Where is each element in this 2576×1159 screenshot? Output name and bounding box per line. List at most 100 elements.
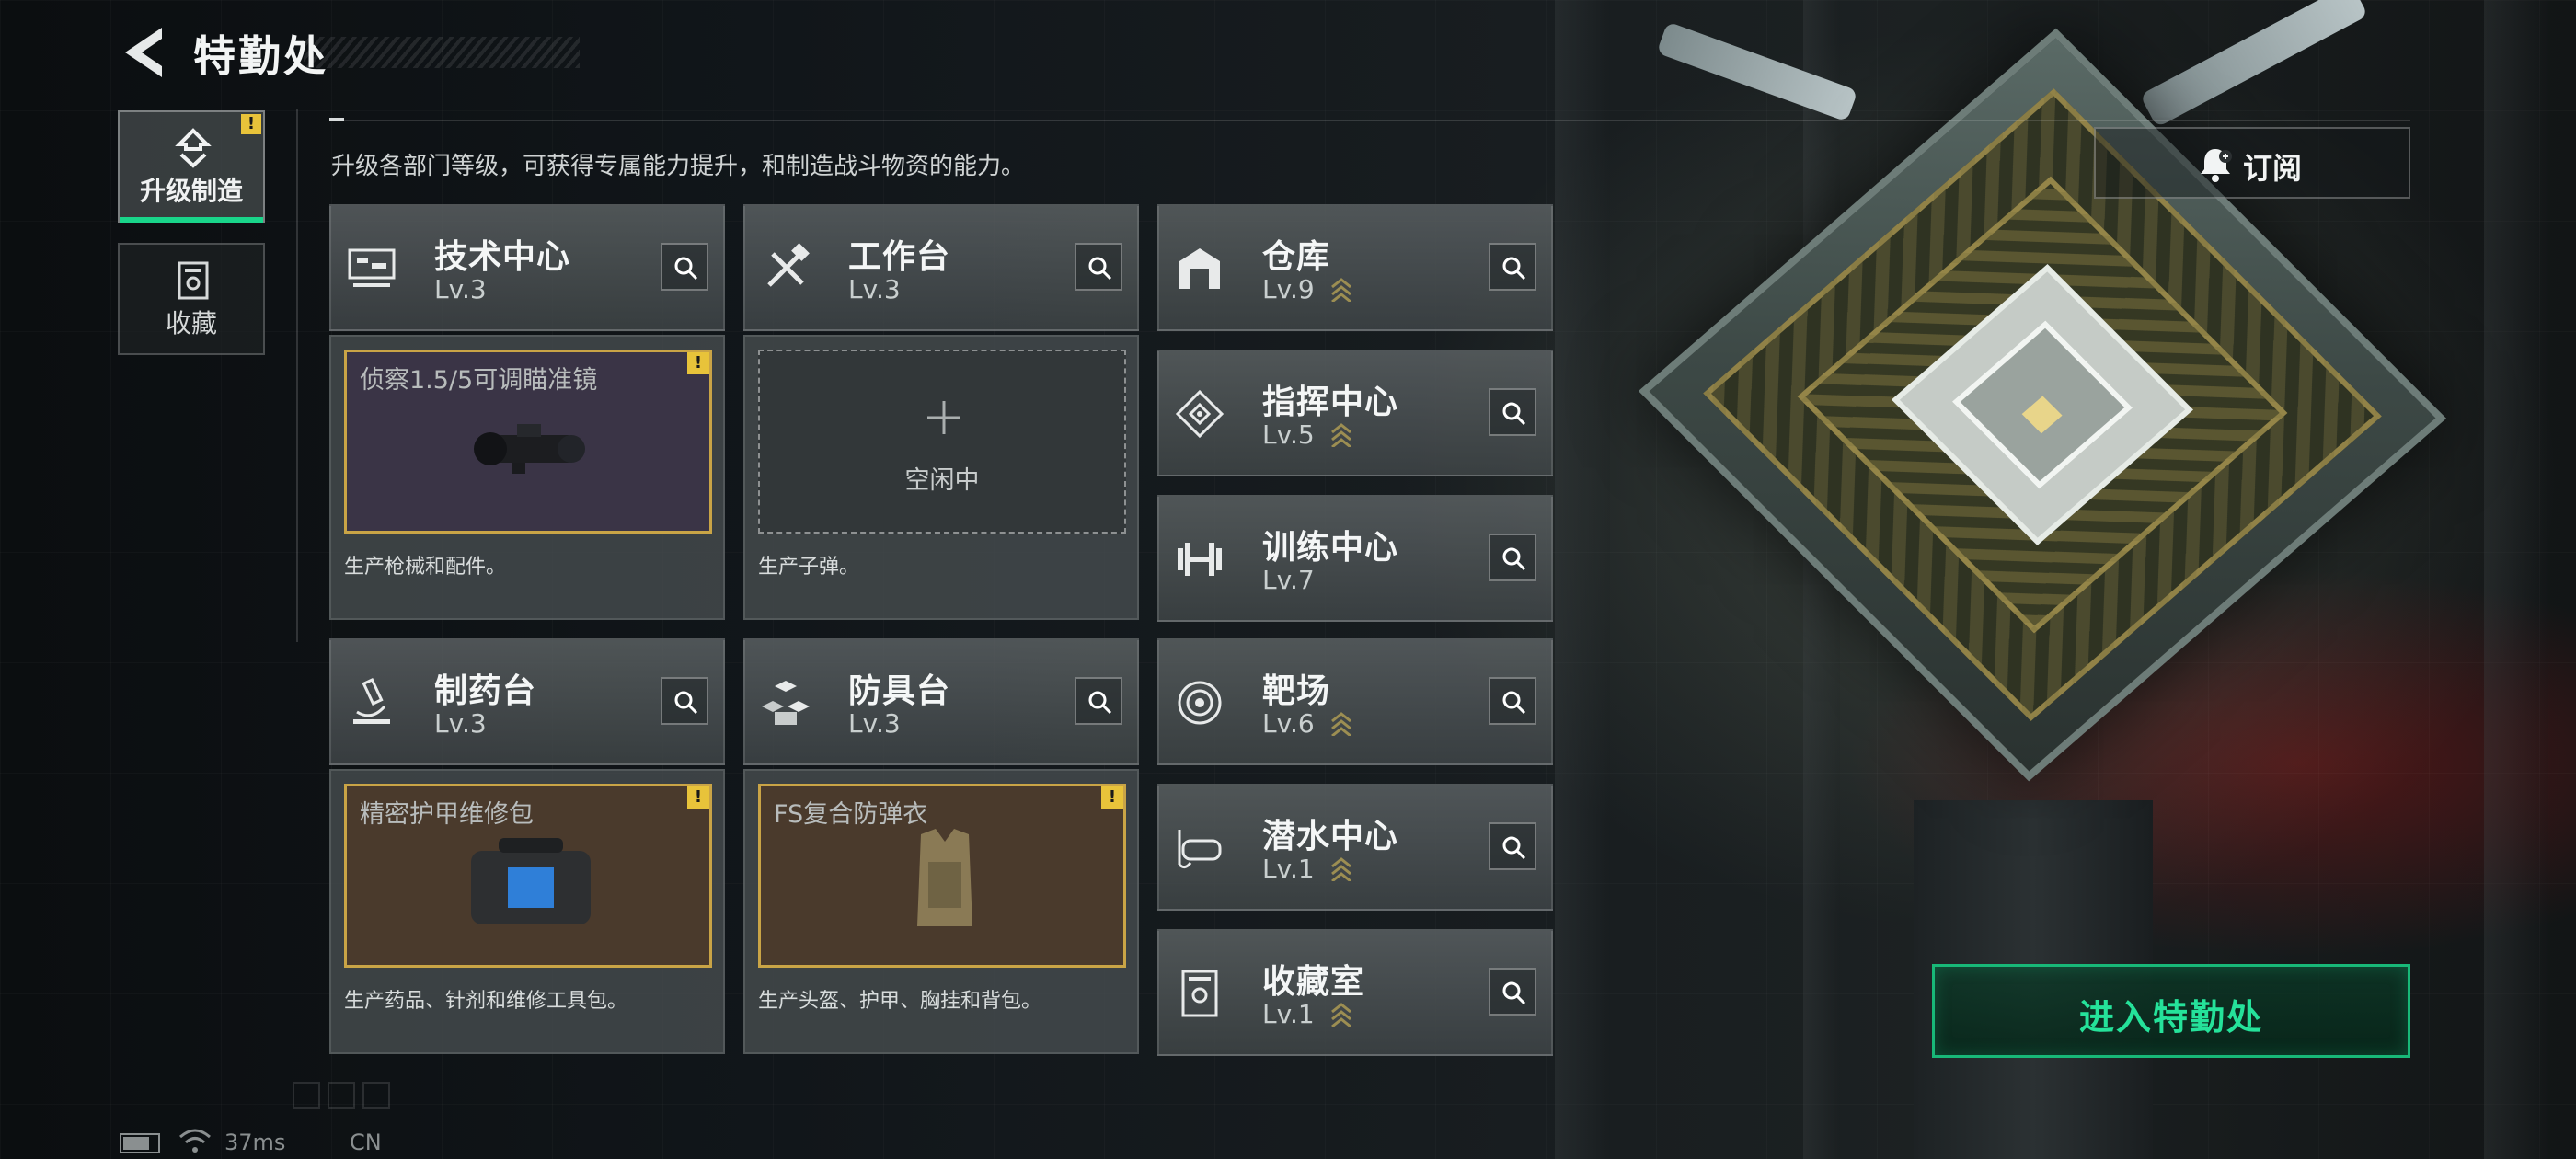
enter-special-ops-button[interactable]: 进入特勤处	[1932, 964, 2410, 1058]
facility-level: Lv.7	[1262, 565, 1315, 595]
production-slot[interactable]: 侦察1.5/5可调瞄准镜 !	[344, 350, 712, 534]
item-name: 侦察1.5/5可调瞄准镜	[360, 366, 598, 395]
back-arrow-icon	[125, 28, 162, 77]
search-icon	[1502, 981, 1526, 1005]
monitor-icon	[348, 248, 396, 287]
inspect-button[interactable]	[1489, 388, 1536, 436]
inspect-button[interactable]	[1489, 243, 1536, 291]
tab-collection[interactable]: 收藏	[118, 243, 265, 355]
inspect-button[interactable]	[661, 243, 708, 291]
page-description: 升级各部门等级，可获得专属能力提升，和制造战斗物资的能力。	[331, 153, 1026, 180]
background-pillar	[2484, 0, 2548, 1159]
active-tab-indicator	[120, 217, 263, 223]
facility-card-diving-center[interactable]: 潜水中心 Lv.1	[1157, 784, 1553, 911]
alert-badge: !	[687, 352, 709, 374]
title-stripe-decoration	[304, 37, 580, 68]
ping-readout: 37ms	[224, 1130, 286, 1155]
production-slot-idle[interactable]: 空闲中	[758, 350, 1126, 534]
facility-card-collection-room[interactable]: 收藏室 Lv.1	[1157, 929, 1553, 1056]
production-panel-workbench: 空闲中 生产子弹。	[743, 335, 1139, 620]
inspect-button[interactable]	[1489, 822, 1536, 870]
production-description: 生产头盔、护甲、胸挂和背包。	[758, 990, 1042, 1013]
facility-card-training-center[interactable]: 训练中心 Lv.7	[1157, 495, 1553, 622]
facility-name: 工作台	[848, 238, 951, 276]
facility-card-command-center[interactable]: 指挥中心 Lv.5	[1157, 350, 1553, 476]
user-uid: CN UID:63353257015297787012_202605300010	[350, 1130, 857, 1159]
upgrade-available-icon	[1331, 1003, 1351, 1027]
facility-level: Lv.3	[848, 274, 901, 304]
production-description: 生产枪械和配件。	[344, 556, 507, 579]
search-icon	[1502, 402, 1526, 426]
inspect-button[interactable]	[1489, 968, 1536, 1016]
subscribe-button[interactable]: 订阅	[2094, 127, 2410, 199]
enter-button-label: 进入特勤处	[2078, 997, 2263, 1038]
facility-name: 收藏室	[1262, 963, 1365, 1001]
upgrade-available-icon	[1331, 712, 1351, 736]
facility-card-pharmacy[interactable]: 制药台 Lv.3	[329, 638, 725, 765]
facility-name: 防具台	[848, 672, 951, 710]
microscope-icon	[353, 678, 390, 724]
production-slot[interactable]: 精密护甲维修包 !	[344, 784, 712, 968]
inspect-button[interactable]	[1075, 677, 1122, 725]
plus-icon	[927, 401, 960, 434]
facility-card-warehouse[interactable]: 仓库 Lv.9	[1157, 204, 1553, 331]
range-target-icon	[1178, 681, 1222, 725]
facility-name: 技术中心	[434, 238, 571, 276]
back-button[interactable]	[120, 24, 167, 81]
production-panel-armor-bench: FS复合防弹衣 ! 生产头盔、护甲、胸挂和背包。	[743, 769, 1139, 1054]
tools-icon	[767, 243, 810, 287]
item-name: 精密护甲维修包	[360, 800, 534, 829]
alert-badge: !	[241, 114, 261, 134]
facility-name: 仓库	[1262, 238, 1331, 276]
alert-badge: !	[687, 786, 709, 809]
facility-name: 指挥中心	[1262, 384, 1399, 421]
facility-name: 靶场	[1262, 672, 1331, 710]
idle-status: 空闲中	[904, 466, 980, 495]
collection-icon	[178, 261, 209, 300]
upgrade-available-icon	[1331, 857, 1351, 881]
scope-item-image	[474, 424, 585, 474]
warehouse-icon	[1179, 248, 1220, 289]
facility-card-workbench[interactable]: 工作台 Lv.3	[743, 204, 1139, 331]
upgrade-available-icon	[1331, 278, 1351, 302]
upgrade-available-icon	[1331, 423, 1351, 447]
search-icon	[1502, 691, 1526, 715]
wifi-icon	[179, 1129, 211, 1153]
production-panel-pharmacy: 精密护甲维修包 ! 生产药品、针剂和维修工具包。	[329, 769, 725, 1054]
dumbbell-icon	[1178, 543, 1222, 576]
facility-level: Lv.1	[1262, 854, 1315, 884]
production-slot[interactable]: FS复合防弹衣 !	[758, 784, 1126, 968]
repair-kit-item-image	[471, 838, 591, 924]
facility-level: Lv.1	[1262, 999, 1315, 1029]
header-divider	[329, 120, 2410, 121]
facility-level: Lv.6	[1262, 708, 1315, 739]
target-diamond-icon	[1175, 389, 1225, 439]
facility-name: 训练中心	[1262, 529, 1399, 567]
inspect-button[interactable]	[661, 677, 708, 725]
cubes-icon	[762, 681, 810, 725]
search-icon	[674, 257, 698, 281]
search-icon	[1088, 257, 1112, 281]
item-name: FS复合防弹衣	[774, 800, 928, 829]
side-divider	[296, 109, 298, 642]
upgrade-icon	[175, 128, 212, 168]
decorative-squares	[293, 1082, 397, 1113]
facility-card-shooting-range[interactable]: 靶场 Lv.6	[1157, 638, 1553, 765]
facility-name: 制药台	[434, 672, 537, 710]
facility-card-armor-bench[interactable]: 防具台 Lv.3	[743, 638, 1139, 765]
bell-icon	[2201, 149, 2232, 182]
inspect-button[interactable]	[1075, 243, 1122, 291]
subscribe-label: 订阅	[2243, 151, 2303, 186]
tab-upgrade-craft[interactable]: 升级制造 !	[118, 110, 265, 223]
inspect-button[interactable]	[1489, 534, 1536, 581]
search-icon	[1088, 691, 1112, 715]
alert-badge: !	[1101, 786, 1123, 809]
facility-card-tech-center[interactable]: 技术中心 Lv.3	[329, 204, 725, 331]
inspect-button[interactable]	[1489, 677, 1536, 725]
facility-level: Lv.3	[848, 708, 901, 739]
production-description: 生产药品、针剂和维修工具包。	[344, 990, 628, 1013]
battery-icon	[120, 1133, 160, 1153]
facility-level: Lv.3	[434, 274, 487, 304]
tab-label: 收藏	[165, 308, 217, 339]
page-title: 特勤处	[193, 31, 328, 81]
